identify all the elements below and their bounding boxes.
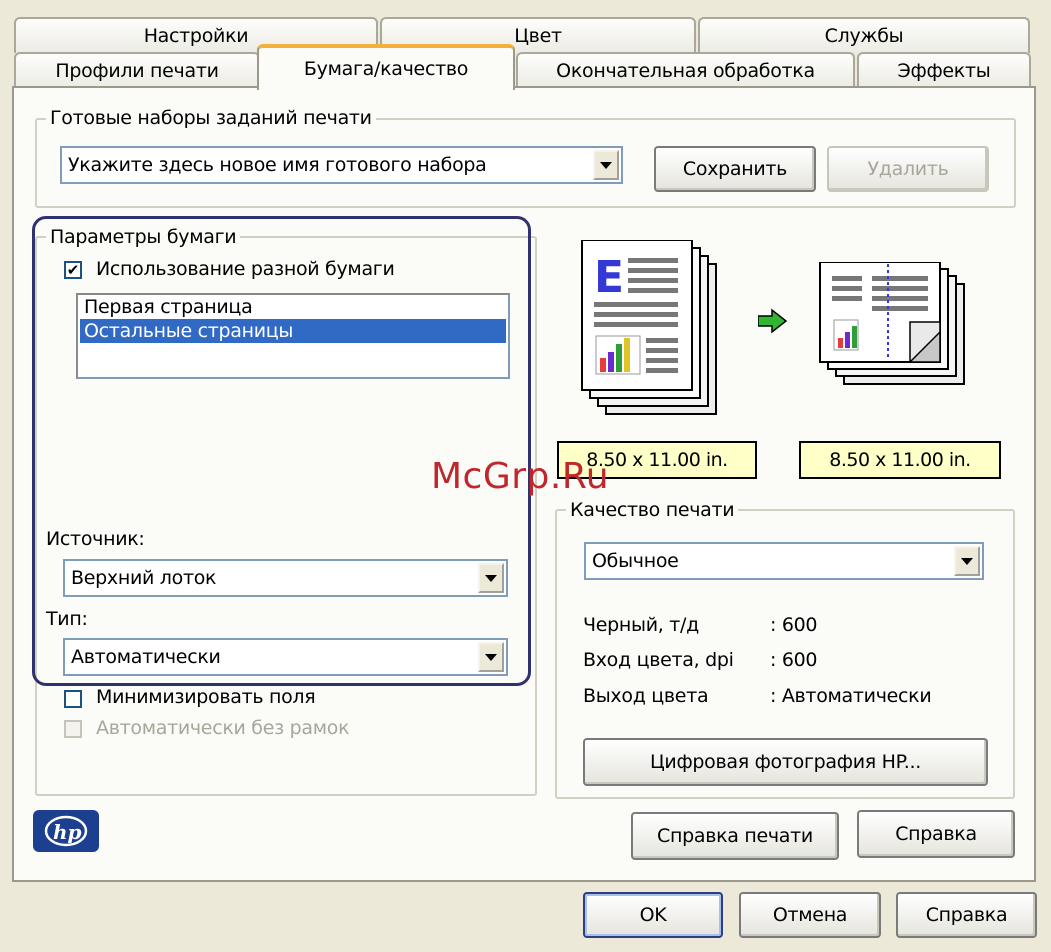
minimize-margins-label: Минимизировать поля (96, 686, 315, 708)
paper-size-right: 8.50 x 11.00 in. (799, 441, 1001, 479)
hp-digital-photo-button[interactable]: Цифровая фотография HP... (583, 738, 988, 786)
color-out-value: : Автоматически (770, 685, 931, 707)
paper-stack-icon: E (580, 240, 730, 420)
tab-finishing[interactable]: Окончательная обработка (516, 52, 855, 88)
hp-logo-icon: hp (43, 814, 89, 848)
svg-text:hp: hp (53, 820, 82, 844)
presets-group-title: Готовые наборы заданий печати (46, 107, 376, 129)
arrow-right-icon (758, 308, 788, 334)
hp-logo: hp (33, 810, 99, 852)
cancel-button[interactable]: Отмена (739, 892, 881, 938)
help-bottom-button[interactable]: Справка (896, 892, 1037, 938)
print-help-button[interactable]: Справка печати (631, 812, 839, 860)
auto-borderless-label: Автоматически без рамок (96, 717, 349, 739)
color-out-label: Выход цвета (583, 685, 708, 707)
delete-preset-button[interactable]: Удалить (827, 146, 989, 192)
minimize-margins-checkbox[interactable] (64, 690, 82, 708)
paper-borderless-icon (818, 262, 968, 388)
tab-color-label: Цвет (514, 25, 562, 47)
tab-settings-label: Настройки (144, 25, 249, 47)
quality-combo[interactable]: Обычное (584, 542, 984, 580)
chevron-down-icon[interactable] (954, 546, 980, 576)
svg-text:E: E (594, 252, 624, 303)
color-in-dpi-label: Вход цвета, dpi (583, 649, 734, 671)
tab-effects[interactable]: Эффекты (857, 52, 1031, 88)
save-preset-button[interactable]: Сохранить (654, 146, 816, 192)
chevron-down-icon[interactable] (593, 150, 619, 180)
tab-print-profiles-label: Профили печати (55, 60, 218, 82)
tab-services[interactable]: Службы (698, 17, 1030, 53)
tab-effects-label: Эффекты (898, 60, 991, 82)
tab-finishing-label: Окончательная обработка (556, 60, 815, 82)
highlight-frame (32, 216, 531, 686)
black-dpi-label: Черный, т/д (583, 614, 699, 636)
black-dpi-value: : 600 (770, 614, 817, 636)
watermark: McGrp.Ru (431, 456, 609, 497)
tab-print-profiles[interactable]: Профили печати (14, 52, 260, 88)
preset-name-value: Укажите здесь новое имя готового набора (68, 148, 487, 182)
tab-paper-quality-label: Бумага/качество (304, 58, 468, 80)
tab-services-label: Службы (825, 25, 904, 47)
auto-borderless-checkbox[interactable] (64, 720, 82, 738)
quality-group-title: Качество печати (566, 499, 738, 521)
ok-button[interactable]: OK (583, 892, 723, 938)
help-button[interactable]: Справка (857, 810, 1015, 858)
tab-paper-quality[interactable]: Бумага/качество (257, 44, 515, 90)
quality-value: Обычное (592, 544, 679, 578)
preset-name-combo[interactable]: Укажите здесь новое имя готового набора (60, 146, 623, 184)
color-in-dpi-value: : 600 (770, 649, 817, 671)
